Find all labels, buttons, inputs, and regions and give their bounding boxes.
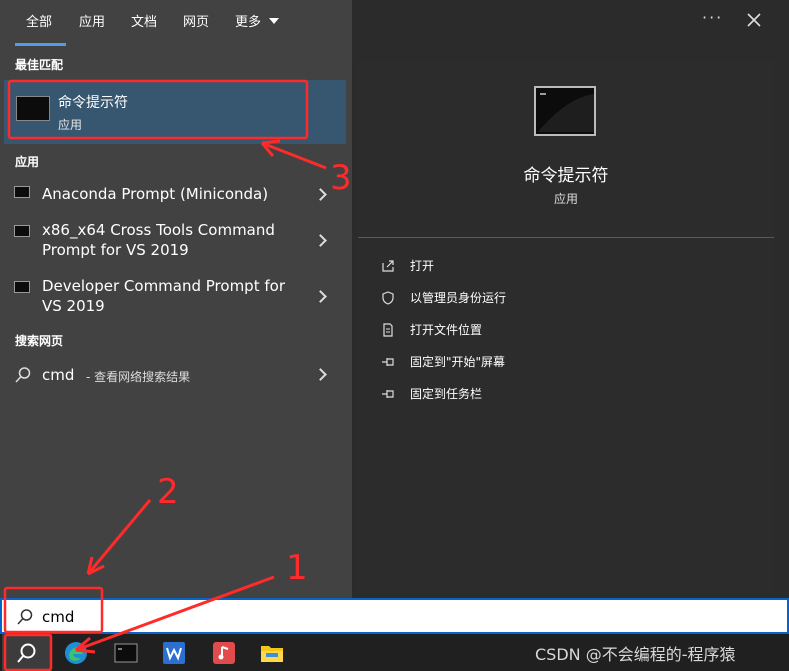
chevron-right-icon[interactable] [314, 188, 327, 201]
action-label: 以管理员身份运行 [410, 291, 507, 305]
action-label: 固定到任务栏 [410, 387, 483, 401]
close-icon[interactable] [744, 10, 764, 30]
best-match-subtitle: 应用 [58, 118, 83, 132]
search-box[interactable] [0, 598, 789, 634]
app-item-x86-cross-tools[interactable]: x86_x64 Cross Tools Command Prompt for V… [0, 220, 340, 264]
terminal-icon [14, 186, 30, 198]
best-match-title: 命令提示符 [58, 95, 128, 111]
search-icon [17, 643, 36, 663]
divider [358, 237, 774, 238]
tab-all[interactable]: 全部 [26, 11, 52, 30]
action-label: 打开文件位置 [410, 323, 483, 337]
tab-more[interactable]: 更多 [235, 11, 261, 30]
action-pin-to-taskbar[interactable]: 固定到任务栏 [380, 383, 680, 405]
action-open[interactable]: 打开 [380, 255, 680, 277]
app-item-developer-command-prompt[interactable]: Developer Command Prompt for VS 2019 [0, 276, 340, 320]
action-label: 打开 [410, 259, 435, 273]
search-icon [15, 367, 31, 383]
pin-icon [382, 358, 394, 366]
annotation-number-1: 1 [286, 548, 308, 588]
section-apps: 应用 [15, 155, 40, 169]
preview-title: 命令提示符 [523, 166, 609, 186]
terminal-icon [14, 281, 30, 293]
app-item-label-line2: Prompt for VS 2019 [42, 241, 189, 259]
app-item-label: Anaconda Prompt (Miniconda) [42, 185, 269, 203]
pin-icon [382, 390, 394, 398]
best-match-item[interactable]: 命令提示符 应用 [4, 80, 346, 144]
music-app-icon[interactable] [212, 641, 236, 665]
web-search-suffix: - 查看网络搜索结果 [86, 370, 191, 384]
terminal-icon [534, 86, 596, 136]
action-open-file-location[interactable]: 打开文件位置 [380, 319, 680, 341]
web-search-query: cmd [42, 366, 75, 384]
app-item-label: x86_x64 Cross Tools Command [42, 221, 275, 239]
terminal-icon [14, 225, 30, 237]
section-best-match: 最佳匹配 [15, 58, 64, 72]
tab-web[interactable]: 网页 [183, 11, 209, 30]
open-icon [382, 260, 394, 272]
action-run-as-admin[interactable]: 以管理员身份运行 [380, 287, 680, 309]
action-pin-to-start[interactable]: 固定到"开始"屏幕 [380, 351, 680, 373]
preview-subtitle: 应用 [553, 192, 578, 206]
tab-apps[interactable]: 应用 [79, 11, 105, 30]
taskbar-search-button[interactable] [2, 634, 52, 671]
tab-active-indicator [15, 43, 66, 46]
word-icon[interactable] [162, 641, 186, 665]
section-search-web: 搜索网页 [15, 334, 64, 348]
search-icon [17, 609, 33, 625]
chevron-right-icon[interactable] [314, 368, 327, 381]
file-explorer-icon[interactable] [260, 641, 284, 665]
app-item-label-line2: VS 2019 [42, 297, 105, 315]
app-item-label: Developer Command Prompt for [42, 277, 285, 295]
chevron-right-icon[interactable] [314, 234, 327, 247]
chevron-down-icon[interactable] [269, 18, 279, 24]
more-options-icon[interactable]: ··· [702, 8, 723, 27]
terminal-icon[interactable] [114, 641, 138, 665]
tab-documents[interactable]: 文档 [131, 11, 157, 30]
watermark: CSDN @不会编程的-程序猿 [535, 645, 736, 664]
app-item-anaconda[interactable]: Anaconda Prompt (Miniconda) [0, 180, 340, 210]
search-input[interactable] [42, 604, 442, 630]
action-label: 固定到"开始"屏幕 [410, 355, 506, 369]
terminal-icon [16, 96, 50, 121]
chevron-right-icon[interactable] [314, 290, 327, 303]
web-search-item[interactable]: cmd - 查看网络搜索结果 [0, 362, 340, 388]
annotation-number-3: 3 [330, 158, 352, 198]
file-location-icon [383, 323, 393, 337]
edge-icon[interactable] [64, 641, 88, 665]
annotation-number-2: 2 [157, 472, 179, 512]
shield-icon [382, 291, 394, 305]
